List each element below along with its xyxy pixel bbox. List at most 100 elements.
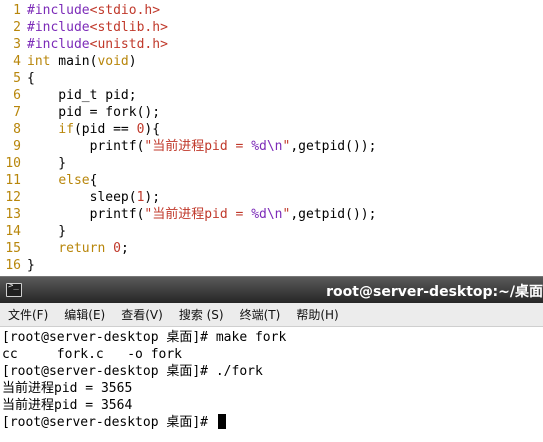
code-text: #include<stdlib.h> <box>27 19 168 36</box>
terminal-prompt-line[interactable]: [root@server-desktop 桌面]# <box>2 414 543 431</box>
text-cursor <box>217 414 226 429</box>
line-number: 16 <box>5 258 21 273</box>
code-token: ,getpid()); <box>290 139 377 154</box>
terminal-line: 当前进程pid = 3565 <box>2 381 133 396</box>
line-number: 9 <box>13 139 21 154</box>
code-line: 3 #include<unistd.h> <box>0 36 543 53</box>
code-text: #include<stdio.h> <box>27 2 160 19</box>
window-title: root@server-desktop:~/桌面 <box>326 284 543 300</box>
terminal-line: [root@server-desktop 桌面]# make fork <box>2 330 287 345</box>
code-token: sleep( <box>27 190 137 205</box>
code-token: ,getpid()); <box>290 207 377 222</box>
line-number: 6 <box>13 88 21 103</box>
menu-search[interactable]: 搜索 (S) <box>171 306 232 323</box>
code-line: 5{ <box>0 70 543 87</box>
line-number: 10 <box>5 156 21 171</box>
code-token: return <box>58 241 106 256</box>
menu-terminal[interactable]: 终端(T) <box>232 306 289 323</box>
terminal-prompt: [root@server-desktop 桌面]# <box>2 415 216 430</box>
code-token: <stdio.h> <box>89 3 161 18</box>
code-token: "当前进程pid = <box>144 207 252 222</box>
code-text: pid_t pid; <box>27 87 137 104</box>
code-line: 1 #include<stdio.h> <box>0 2 543 19</box>
code-text: else{ <box>27 172 97 189</box>
terminal-line: [root@server-desktop 桌面]# ./fork <box>2 364 263 379</box>
line-number: 11 <box>5 173 21 188</box>
line-number: 1 <box>13 3 21 18</box>
code-token: %d\n <box>251 139 283 154</box>
code-line: 6 pid_t pid; <box>0 87 543 104</box>
code-token: 0 <box>113 241 121 256</box>
code-token: ){ <box>144 122 161 137</box>
line-number: 4 <box>13 54 21 69</box>
code-token: %d\n <box>251 207 283 222</box>
line-number: 3 <box>13 37 21 52</box>
code-token: #include <box>27 20 90 35</box>
code-text: } <box>27 155 66 172</box>
code-text: } <box>27 257 35 274</box>
code-token: } <box>27 258 35 273</box>
terminal-output[interactable]: [root@server-desktop 桌面]# make fork cc f… <box>0 327 543 442</box>
line-number: 14 <box>5 224 21 239</box>
terminal-icon <box>6 281 22 297</box>
code-line: 16} <box>0 257 543 274</box>
line-number: 5 <box>13 71 21 86</box>
code-line: 2 #include<stdlib.h> <box>0 19 543 36</box>
code-text: printf("当前进程pid = %d\n",getpid()); <box>27 206 377 223</box>
code-line: 15 return 0; <box>0 240 543 257</box>
code-token: int <box>27 54 51 69</box>
code-token: main( <box>50 54 98 69</box>
menu-edit[interactable]: 编辑(E) <box>56 306 113 323</box>
code-token: pid_t pid; <box>27 88 137 103</box>
code-token: { <box>89 173 98 188</box>
terminal-titlebar[interactable]: root@server-desktop:~/桌面 <box>0 276 543 303</box>
code-text: return 0; <box>27 240 129 257</box>
terminal-line: cc fork.c -o fork <box>2 347 183 362</box>
line-number: 2 <box>13 20 21 35</box>
code-line: 11 else{ <box>0 172 543 189</box>
code-token: <unistd.h> <box>89 37 168 52</box>
code-line: 7 pid = fork(); <box>0 104 543 121</box>
code-token: } <box>27 156 67 171</box>
line-number: 7 <box>13 105 21 120</box>
line-number: 8 <box>13 122 21 137</box>
terminal-line: 当前进程pid = 3564 <box>2 398 133 413</box>
code-line: 9 printf("当前进程pid = %d\n",getpid()); <box>0 138 543 155</box>
code-token: printf( <box>27 139 145 154</box>
code-text: { <box>27 70 35 87</box>
code-token: #include <box>27 3 90 18</box>
code-text: } <box>27 223 66 240</box>
line-number: 13 <box>5 207 21 222</box>
code-token: ) <box>128 54 137 69</box>
code-token: void <box>97 54 129 69</box>
code-token: "当前进程pid = <box>144 139 252 154</box>
code-token: #include <box>27 37 90 52</box>
code-token: else <box>58 173 90 188</box>
code-token: ); <box>144 190 161 205</box>
menu-file[interactable]: 文件(F) <box>0 306 56 323</box>
code-token: ; <box>120 241 129 256</box>
code-token: printf( <box>27 207 145 222</box>
code-line: 8 if(pid == 0){ <box>0 121 543 138</box>
menu-view[interactable]: 查看(V) <box>113 306 171 323</box>
code-line: 4 int main(void) <box>0 53 543 70</box>
code-line: 10 } <box>0 155 543 172</box>
code-token: { <box>27 71 35 86</box>
code-token: (pid == <box>73 122 137 137</box>
menu-help[interactable]: 帮助(H) <box>288 306 346 323</box>
code-text: #include<unistd.h> <box>27 36 168 53</box>
code-token: if <box>58 122 74 137</box>
code-line: 14 } <box>0 223 543 240</box>
code-text: int main(void) <box>27 53 137 70</box>
terminal-menubar: 文件(F) 编辑(E) 查看(V) 搜索 (S) 终端(T) 帮助(H) <box>0 303 543 327</box>
code-editor[interactable]: 1 #include<stdio.h> 2 #include<stdlib.h> 3 #i… <box>0 0 543 276</box>
line-number: 15 <box>5 241 21 256</box>
code-text: if(pid == 0){ <box>27 121 160 138</box>
code-line: 13 printf("当前进程pid = %d\n",getpid()); <box>0 206 543 223</box>
code-text: printf("当前进程pid = %d\n",getpid()); <box>27 138 377 155</box>
code-text: pid = fork(); <box>27 104 160 121</box>
